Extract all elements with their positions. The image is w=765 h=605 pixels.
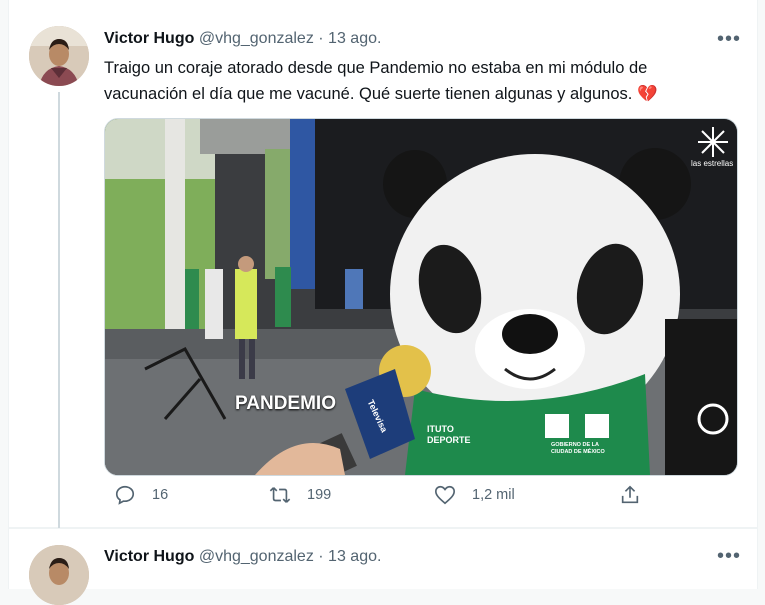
reply-button[interactable]: 16: [114, 484, 168, 506]
next-tweet-card[interactable]: Victor Hugo @vhg_gonzalez · 13 ago. •••: [8, 528, 758, 605]
tweet-card[interactable]: Victor Hugo @vhg_gonzalez · 13 ago. ••• …: [8, 0, 758, 532]
share-button[interactable]: [619, 484, 641, 506]
author-handle[interactable]: @vhg_gonzalez: [199, 30, 314, 47]
tweet-media[interactable]: PANDEMIO las estrellas Televisa ITUTO DE…: [104, 118, 738, 476]
thread-line: [58, 92, 60, 532]
tweet-date[interactable]: 13 ago.: [328, 30, 381, 47]
channel-label: las estrellas: [691, 159, 734, 168]
vest-gov-label: GOBIERNO DE LA CIUDAD DE MÉXICO: [551, 442, 605, 456]
media-caption: PANDEMIO: [235, 393, 336, 414]
vest-label-line-3: GOBIERNO DE LA: [551, 442, 599, 448]
vest-label-line-2: DEPORTE: [427, 435, 471, 445]
more-icon[interactable]: •••: [717, 28, 741, 51]
tweet-text: Traigo un coraje atorado desde que Pande…: [104, 55, 734, 107]
tweet-header: Victor Hugo @vhg_gonzalez · 13 ago.: [104, 30, 381, 48]
reply-icon: [115, 485, 135, 505]
separator: ·: [318, 30, 324, 47]
next-tweet-date[interactable]: 13 ago.: [328, 548, 381, 565]
author-name[interactable]: Victor Hugo: [104, 30, 194, 47]
next-separator: ·: [318, 548, 324, 565]
like-count: 1,2 mil: [472, 487, 515, 503]
next-avatar[interactable]: [29, 545, 89, 605]
vest-label-line-1: ITUTO: [427, 424, 454, 434]
retweet-count: 199: [307, 487, 332, 503]
vest-label-line-4: CIUDAD DE MÉXICO: [551, 449, 605, 455]
retweet-button[interactable]: 199: [269, 484, 331, 506]
retweet-icon: [269, 487, 291, 503]
next-tweet-header: Victor Hugo @vhg_gonzalez · 13 ago.: [104, 548, 381, 566]
tweet-body: Traigo un coraje atorado desde que Pande…: [104, 59, 648, 103]
avatar[interactable]: [29, 26, 89, 86]
next-author-handle[interactable]: @vhg_gonzalez: [199, 548, 314, 565]
media-image: [105, 119, 737, 475]
next-more-icon[interactable]: •••: [717, 545, 741, 568]
avatar-image: [29, 26, 89, 86]
like-icon: [435, 485, 455, 505]
next-avatar-image: [29, 545, 89, 605]
vest-label: ITUTO DEPORTE: [427, 424, 471, 446]
like-button[interactable]: 1,2 mil: [434, 484, 515, 506]
reply-count: 16: [152, 487, 169, 503]
tweet-actions: 16 199 1,2 mil: [104, 484, 639, 518]
share-icon: [621, 485, 639, 504]
next-author-name[interactable]: Victor Hugo: [104, 548, 194, 565]
broken-heart-emoji: 💔: [636, 85, 658, 103]
